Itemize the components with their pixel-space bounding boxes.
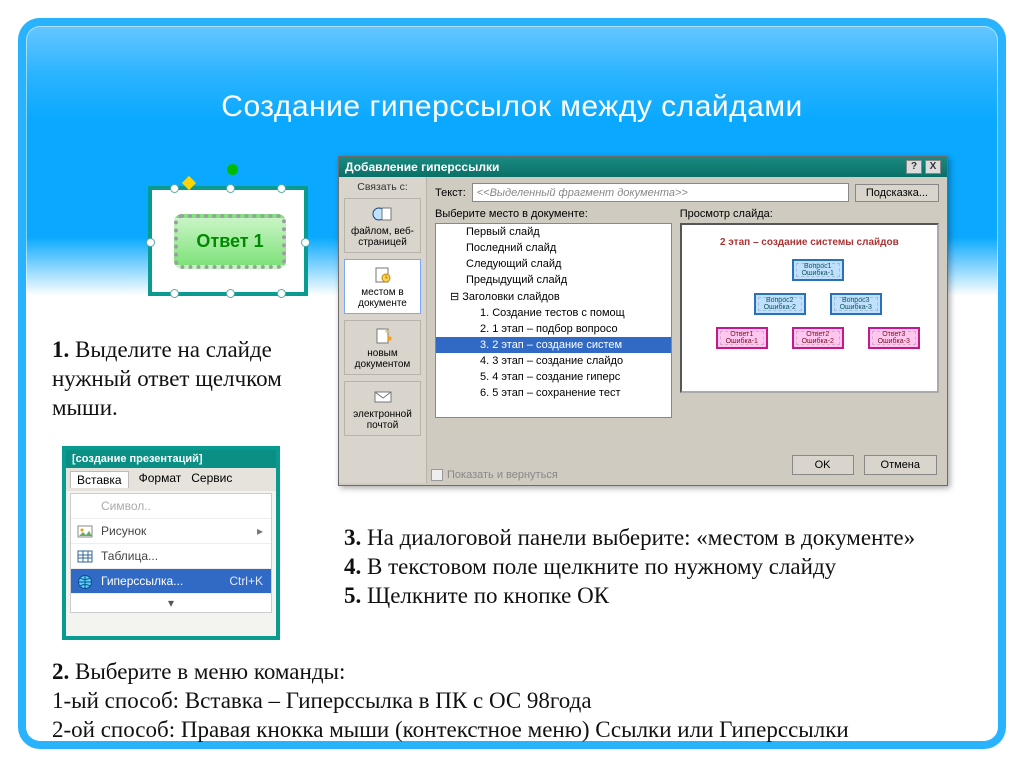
picture-icon bbox=[77, 524, 93, 540]
hint-button[interactable]: Подсказка... bbox=[855, 184, 939, 202]
sidebar-item-new-doc[interactable]: новымдокументом bbox=[344, 320, 421, 375]
menu-item-hyperlink[interactable]: Гиперссылка... Ctrl+K bbox=[71, 569, 271, 594]
slide-title: Создание гиперссылок между слайдами bbox=[18, 90, 1006, 124]
doc-place-icon bbox=[372, 266, 394, 284]
answer-shape[interactable]: Ответ 1 bbox=[148, 186, 308, 296]
tree-node[interactable]: Первый слайд bbox=[436, 224, 671, 240]
menu-item-table[interactable]: Таблица... bbox=[71, 544, 271, 569]
tree-node[interactable]: 4. 3 этап – создание слайдо bbox=[436, 353, 671, 369]
menu-tab-service[interactable]: Сервис bbox=[191, 471, 232, 488]
preview-node: Вопрос3 Ошибка-3 bbox=[830, 293, 882, 315]
tree-node[interactable]: 6. 5 этап – сохранение тест bbox=[436, 385, 671, 401]
steps-3-5-text: 3. На диалоговой панели выберите: «место… bbox=[344, 524, 994, 610]
menu-tab-format[interactable]: Формат bbox=[139, 471, 182, 488]
preview-node: Ответ3 Ошибка-3 bbox=[868, 327, 920, 349]
hyperlink-dialog: Добавление гиперссылки ? X Связать с: фа… bbox=[338, 156, 948, 486]
slide-frame: Создание гиперссылок между слайдами Отве… bbox=[18, 18, 1006, 749]
menu-tab-insert[interactable]: Вставка bbox=[70, 471, 129, 488]
tree-node[interactable]: 3. 2 этап – создание систем bbox=[436, 337, 671, 353]
step1-text: 1. Выделите на слайде нужный ответ щелчк… bbox=[52, 336, 332, 422]
help-button[interactable]: ? bbox=[906, 160, 922, 174]
tree-node[interactable]: Последний слайд bbox=[436, 240, 671, 256]
slide-preview: 2 этап – создание системы слайдов Вопрос… bbox=[680, 223, 939, 393]
menu-item-symbol[interactable]: Символ.. bbox=[71, 494, 271, 519]
tree-node[interactable]: Следующий слайд bbox=[436, 256, 671, 272]
tree-node[interactable]: ⊟ Заголовки слайдов bbox=[436, 288, 671, 305]
mail-icon bbox=[372, 388, 394, 406]
step2-text: 2. Выберите в меню команды: 1-ый способ:… bbox=[52, 658, 1002, 744]
sidebar-label: Связать с: bbox=[339, 177, 426, 195]
show-and-return-checkbox[interactable]: Показать и вернуться bbox=[431, 469, 558, 481]
cancel-button[interactable]: Отмена bbox=[864, 455, 937, 475]
document-tree[interactable]: Первый слайдПоследний слайдСледующий сла… bbox=[435, 223, 672, 418]
tree-node[interactable]: 2. 1 этап – подбор вопросо bbox=[436, 321, 671, 337]
sidebar-item-place-in-doc[interactable]: местом вдокументе bbox=[344, 259, 421, 314]
sidebar-item-email[interactable]: электроннойпочтой bbox=[344, 381, 421, 436]
close-button[interactable]: X bbox=[925, 160, 941, 174]
new-doc-icon bbox=[372, 327, 394, 345]
answer-box[interactable]: Ответ 1 bbox=[174, 214, 286, 269]
preview-node: Вопрос1 Ошибка-1 bbox=[792, 259, 844, 281]
preview-label: Просмотр слайда: bbox=[680, 208, 939, 220]
menu-item-picture[interactable]: Рисунок ▸ bbox=[71, 519, 271, 544]
tree-node[interactable]: 1. Создание тестов с помощ bbox=[436, 305, 671, 321]
preview-node: Вопрос2 Ошибка-2 bbox=[754, 293, 806, 315]
expand-menu-icon[interactable]: ▾ bbox=[71, 594, 271, 612]
dialog-sidebar: Связать с: файлом, веб-страницей местом … bbox=[339, 177, 427, 483]
preview-node: Ответ2 Ошибка-2 bbox=[792, 327, 844, 349]
adjust-handle-icon[interactable] bbox=[182, 176, 196, 190]
text-label: Текст: bbox=[435, 187, 466, 199]
globe-icon bbox=[77, 574, 93, 590]
dialog-titlebar: Добавление гиперссылки ? X bbox=[339, 157, 947, 177]
menu-tabs: Вставка Формат Сервис bbox=[66, 468, 276, 491]
tree-node[interactable]: 5. 4 этап – создание гиперс bbox=[436, 369, 671, 385]
tree-node[interactable]: Предыдущий слайд bbox=[436, 272, 671, 288]
checkbox-icon bbox=[431, 469, 443, 481]
choose-place-label: Выберите место в документе: bbox=[435, 208, 672, 220]
submenu-arrow-icon: ▸ bbox=[257, 524, 263, 538]
sidebar-item-file-web[interactable]: файлом, веб-страницей bbox=[344, 198, 421, 253]
table-icon bbox=[77, 549, 93, 565]
rotation-handle-icon[interactable] bbox=[227, 164, 238, 175]
menu-dropdown: Символ.. Рисунок ▸ Таблица... Гиперссыл bbox=[70, 493, 272, 613]
link-text-input[interactable] bbox=[472, 183, 849, 202]
preview-title: 2 этап – создание системы слайдов bbox=[690, 237, 929, 248]
menu-screenshot: [создание презентаций] Вставка Формат Се… bbox=[62, 446, 280, 640]
ok-button[interactable]: OK bbox=[792, 455, 854, 475]
shortcut-text: Ctrl+K bbox=[229, 574, 263, 588]
file-web-icon bbox=[372, 205, 394, 223]
preview-node: Ответ1 Ошибка-1 bbox=[716, 327, 768, 349]
dialog-title-text: Добавление гиперссылки bbox=[345, 160, 499, 174]
menu-window-title: [создание презентаций] bbox=[66, 450, 276, 468]
